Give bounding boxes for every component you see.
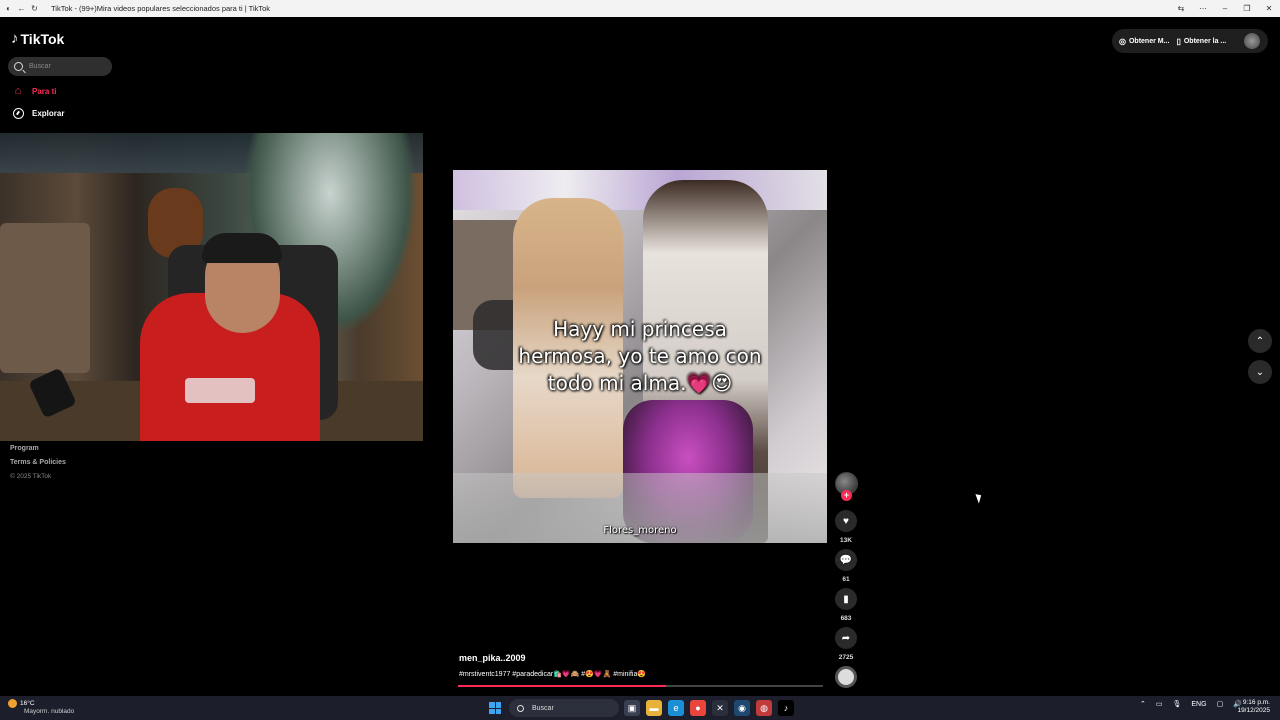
tool-app-icon[interactable]: ✕ (712, 700, 728, 716)
monitor-icon[interactable]: ▢ (1217, 700, 1224, 708)
reload-icon[interactable]: ↻ (30, 4, 39, 13)
weather-widget[interactable]: 16°C Mayorm. nublado (8, 699, 74, 716)
tiktok-logo[interactable]: ♪ TikTok (11, 30, 64, 47)
video-author[interactable]: men_pika..2009 (459, 653, 526, 663)
get-app-label: Obtener la ... (1183, 37, 1227, 45)
previous-video-button[interactable]: ⌃ (1248, 329, 1272, 353)
start-button[interactable] (489, 702, 501, 714)
tiktok-taskbar-icon[interactable]: ♪ (778, 700, 794, 716)
copyright: © 2025 TikTok (10, 473, 52, 480)
system-tray: ⌃ ▭ 🎙 ENG ▢ 🔊 (1140, 700, 1252, 709)
like-count: 13K (840, 537, 852, 544)
like-button[interactable]: ♥ (835, 510, 857, 532)
video-description[interactable]: #mrstiventc1977 #paradedicar🛍️💗🙈 #😍💗🧸 #m… (459, 670, 646, 678)
windows-taskbar: 16°C Mayorm. nublado Buscar ▣ ▬ e ● ✕ ◉ … (0, 696, 1280, 720)
video-progress-bar[interactable] (458, 685, 823, 687)
sidebar-item-for-you[interactable]: ⌂ Para ti (12, 85, 57, 97)
mic-icon[interactable]: 🎙 (1173, 700, 1182, 708)
mouse-cursor (975, 492, 984, 504)
language-indicator[interactable]: ENG (1191, 701, 1206, 708)
next-video-button[interactable]: ⌄ (1248, 360, 1272, 384)
video-caption-overlay: Hayy mi princesa hermosa, yo te amo con … (518, 317, 762, 395)
restore-button[interactable]: ❐ (1236, 4, 1258, 13)
get-coins-button[interactable]: ◎ Obtener M... (1119, 37, 1169, 46)
profile-avatar[interactable] (1244, 33, 1260, 49)
terms-link[interactable]: Terms & Policies (10, 459, 66, 466)
browser-titlebar: ◐ ← ↻ TikTok - (99+)Mira videos populare… (0, 0, 1280, 17)
sidebar-footer: Program Terms & Policies © 2025 TikTok (10, 445, 66, 487)
search-input[interactable]: Buscar (8, 57, 112, 76)
home-icon: ⌂ (14, 85, 22, 97)
search-placeholder: Buscar (29, 63, 51, 70)
taskbar-search[interactable]: Buscar (509, 699, 619, 717)
steam-icon[interactable]: ◉ (734, 700, 750, 716)
music-disc[interactable] (835, 666, 857, 688)
close-button[interactable]: ✕ (1258, 4, 1280, 13)
video-player[interactable]: Hayy mi princesa hermosa, yo te amo con … (453, 170, 827, 543)
comment-count: 61 (842, 576, 850, 583)
get-coins-label: Obtener M... (1128, 37, 1170, 45)
search-icon (14, 62, 23, 71)
webcam-overlay (0, 133, 423, 441)
program-link[interactable]: Program (10, 445, 66, 452)
compass-icon (12, 107, 24, 119)
translate-icon[interactable]: ⇆ (1170, 4, 1192, 13)
network-icon[interactable]: ▭ (1156, 700, 1163, 708)
browser-logo-icon: ◐ (6, 4, 11, 13)
clock-time: 9:16 p.m. (1242, 699, 1270, 706)
search-icon (517, 704, 524, 712)
task-view-icon[interactable]: ▣ (624, 700, 640, 716)
weather-icon (8, 699, 17, 708)
top-right-actions: ◎ Obtener M... ▯ Obtener la ... (1112, 29, 1268, 53)
window-controls: ⇆ ⋯ – ❐ ✕ (1170, 0, 1280, 17)
more-icon[interactable]: ⋯ (1192, 4, 1214, 13)
clock-date: 19/12/2025 (1237, 707, 1270, 714)
tiktok-note-icon: ♪ (11, 30, 19, 47)
bookmark-icon: ▮ (843, 593, 849, 605)
phone-icon: ▯ (1176, 36, 1181, 46)
minimize-button[interactable]: – (1214, 4, 1236, 13)
sidebar-item-label: Explorar (32, 108, 65, 118)
weather-desc: Mayorm. nublado (24, 708, 75, 716)
video-credit: Flores_moreno (603, 525, 677, 536)
edge-icon[interactable]: e (668, 700, 684, 716)
comment-icon: 💬 (839, 554, 853, 566)
comment-button[interactable]: 💬 (835, 549, 857, 571)
follow-plus-icon[interactable]: + (841, 490, 852, 501)
progress-fill (458, 685, 667, 687)
taskbar-clock[interactable]: 9:16 p.m. 19/12/2025 (1237, 699, 1270, 715)
save-button[interactable]: ▮ (835, 588, 857, 610)
tiktok-app: ♪ TikTok Buscar ⌂ Para ti Explorar Progr… (0, 17, 1280, 696)
share-button[interactable]: ➦ (835, 627, 857, 649)
chevron-up-icon: ⌃ (1255, 335, 1265, 347)
save-count: 683 (840, 615, 852, 622)
chevron-down-icon: ⌄ (1255, 366, 1265, 378)
sidebar-item-explore[interactable]: Explorar (12, 107, 64, 119)
chrome-icon[interactable]: ● (690, 700, 706, 716)
weather-temp: 16°C (20, 700, 35, 708)
back-icon[interactable]: ← (17, 4, 26, 13)
taskbar-apps: ▣ ▬ e ● ✕ ◉ ◍ ♪ (624, 700, 800, 716)
chevron-up-icon[interactable]: ⌃ (1140, 700, 1146, 708)
logo-text: TikTok (20, 30, 65, 47)
get-app-button[interactable]: ▯ Obtener la ... (1176, 37, 1226, 46)
share-count: 2725 (838, 654, 854, 661)
share-arrow-icon: ➦ (841, 632, 851, 644)
taskbar-search-label: Buscar (532, 704, 554, 712)
app-icon[interactable]: ◍ (756, 700, 772, 716)
file-explorer-icon[interactable]: ▬ (646, 700, 662, 716)
heart-icon: ♥ (843, 515, 849, 527)
coin-icon: ◎ (1119, 36, 1126, 46)
window-title: TikTok - (99+)Mira videos populares sele… (51, 4, 271, 13)
sidebar-item-label: Para ti (32, 86, 57, 96)
